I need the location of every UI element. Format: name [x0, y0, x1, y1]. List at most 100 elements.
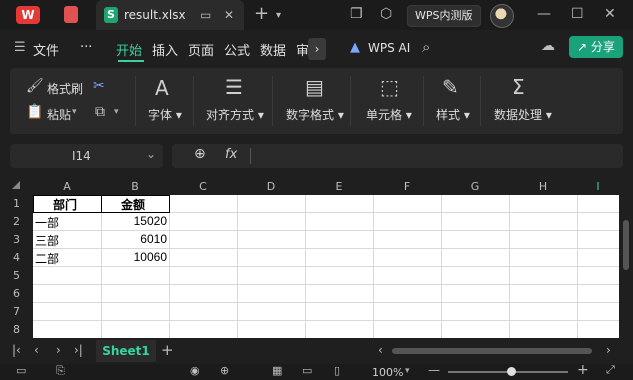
row-header[interactable]: 7: [0, 303, 33, 320]
copy-dropdown-icon[interactable]: ▾: [114, 107, 119, 117]
ribbon-divider: [423, 76, 424, 126]
scroll-right-icon[interactable]: ›: [606, 343, 611, 357]
vertical-scrollbar[interactable]: [623, 220, 629, 270]
formula-input[interactable]: [172, 144, 623, 168]
data-process-button[interactable]: 数据处理 ▾: [494, 106, 552, 123]
menu-page[interactable]: 页面: [188, 40, 214, 59]
menu-data[interactable]: 数据: [260, 40, 286, 59]
zoom-slider-thumb[interactable]: [507, 367, 516, 376]
cube-icon[interactable]: ⬡: [380, 6, 392, 22]
zoom-out-icon[interactable]: —: [428, 363, 440, 377]
menu-file[interactable]: 文件: [33, 40, 59, 59]
format-painter-button[interactable]: 格式刷: [47, 80, 83, 97]
avatar[interactable]: [490, 4, 514, 28]
select-all-corner[interactable]: [12, 181, 20, 189]
share-button[interactable]: ↗ 分享: [569, 36, 623, 58]
search-icon[interactable]: ⌕: [422, 38, 430, 56]
number-format-icon: ▤: [305, 75, 324, 99]
row-header[interactable]: 3: [0, 231, 33, 248]
chevron-down-icon[interactable]: ▾: [276, 10, 281, 21]
eye-icon[interactable]: ◉: [190, 364, 200, 377]
table-cell[interactable]: 二部: [35, 250, 59, 267]
header-cell-dept[interactable]: 部门: [53, 196, 77, 213]
table-cell[interactable]: 15020: [134, 214, 167, 228]
row-header[interactable]: 6: [0, 285, 33, 302]
data-process-icon: Σ: [512, 75, 525, 99]
name-box-value: I14: [72, 149, 91, 163]
row-header[interactable]: 8: [0, 321, 33, 338]
page-layout-icon[interactable]: ▭: [302, 364, 312, 377]
column-header[interactable]: H: [509, 178, 577, 195]
row-header[interactable]: 4: [0, 249, 33, 266]
sheet-tab-sheet1[interactable]: Sheet1: [96, 340, 156, 362]
column-header[interactable]: D: [237, 178, 305, 195]
table-cell[interactable]: 6010: [140, 232, 167, 246]
share-icon: ↗: [577, 40, 591, 54]
horizontal-scrollbar[interactable]: [392, 348, 592, 354]
windows-icon[interactable]: ❐: [350, 6, 363, 22]
column-header[interactable]: E: [305, 178, 373, 195]
first-sheet-icon[interactable]: |‹: [12, 343, 21, 357]
scroll-left-icon[interactable]: ‹: [378, 343, 383, 357]
fx-button[interactable]: fx: [225, 147, 237, 162]
style-icon: ✎: [442, 75, 459, 99]
column-header[interactable]: F: [373, 178, 441, 195]
beta-badge[interactable]: WPS内测版: [407, 5, 481, 27]
name-box-dropdown-icon[interactable]: ⌄: [146, 147, 156, 161]
menu-scroll-right-button[interactable]: ›: [308, 38, 326, 60]
focus-icon[interactable]: ⊕: [220, 364, 229, 377]
ribbon-divider: [272, 76, 273, 126]
align-button[interactable]: 对齐方式 ▾: [206, 106, 264, 123]
fullscreen-icon[interactable]: ⤢: [606, 363, 615, 377]
column-header[interactable]: C: [169, 178, 237, 195]
zoom-level[interactable]: 100%: [372, 366, 403, 379]
status-icon[interactable]: ▭: [16, 364, 26, 377]
font-button[interactable]: 字体 ▾: [148, 106, 182, 123]
column-header[interactable]: G: [441, 178, 509, 195]
normal-view-icon[interactable]: ▦: [272, 364, 282, 377]
row-header[interactable]: 5: [0, 267, 33, 284]
header-cell-amount[interactable]: 金额: [121, 196, 145, 213]
close-window-icon[interactable]: ✕: [604, 6, 616, 22]
cloud-upload-icon[interactable]: ☁: [541, 38, 555, 54]
wps-ai-button[interactable]: WPS AI: [368, 41, 410, 55]
maximize-icon[interactable]: ☐: [571, 6, 584, 22]
paste-button[interactable]: 粘贴: [47, 106, 71, 123]
cut-icon[interactable]: ✂: [93, 78, 105, 94]
menu-insert[interactable]: 插入: [152, 40, 178, 59]
hamburger-icon[interactable]: ☰: [14, 40, 26, 55]
zoom-in-icon[interactable]: +: [577, 362, 589, 378]
row-header[interactable]: 2: [0, 213, 33, 230]
menu-more[interactable]: ···: [80, 40, 92, 55]
cell-button[interactable]: 单元格 ▾: [366, 106, 412, 123]
column-header[interactable]: B: [101, 178, 169, 195]
minimize-icon[interactable]: —: [537, 6, 551, 22]
ribbon-divider: [193, 76, 194, 126]
page-break-icon[interactable]: ▯: [334, 364, 340, 377]
table-cell[interactable]: 10060: [134, 250, 167, 264]
new-tab-button[interactable]: +: [254, 3, 269, 24]
style-button[interactable]: 样式 ▾: [436, 106, 470, 123]
column-header[interactable]: A: [33, 178, 101, 195]
wps-logo[interactable]: W: [16, 6, 40, 24]
pdf-icon[interactable]: [64, 6, 78, 23]
status-doc-icon[interactable]: ⎘: [56, 364, 65, 378]
row-header[interactable]: 1: [0, 195, 33, 212]
prev-sheet-icon[interactable]: ‹: [34, 343, 39, 357]
number-format-button[interactable]: 数字格式 ▾: [286, 106, 344, 123]
paste-icon: 📋: [26, 104, 44, 120]
spreadsheet-grid[interactable]: 部门 金额 一部 15020 三部 6010 二部 10060: [33, 195, 619, 338]
menu-formula[interactable]: 公式: [224, 40, 250, 59]
window-icon[interactable]: ▭: [200, 8, 211, 22]
table-cell[interactable]: 一部: [35, 214, 59, 231]
add-sheet-button[interactable]: +: [161, 341, 174, 359]
copy-icon[interactable]: ⧉: [95, 104, 105, 120]
last-sheet-icon[interactable]: ›|: [74, 343, 83, 357]
zoom-dropdown-icon[interactable]: ▾: [405, 366, 410, 376]
paste-dropdown-icon[interactable]: ▾: [72, 107, 77, 117]
zoom-formula-icon[interactable]: ⊕: [194, 146, 206, 162]
table-cell[interactable]: 三部: [35, 232, 59, 249]
close-tab-icon[interactable]: ✕: [224, 8, 234, 22]
next-sheet-icon[interactable]: ›: [56, 343, 61, 357]
menu-home[interactable]: 开始: [116, 40, 142, 59]
